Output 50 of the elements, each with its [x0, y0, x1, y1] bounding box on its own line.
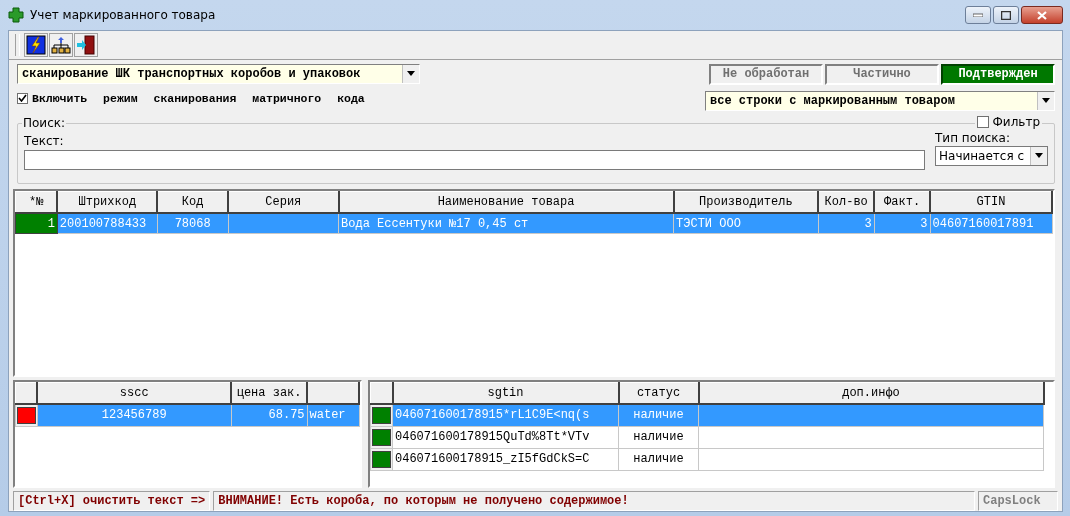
column-header[interactable]: sscc	[37, 382, 232, 404]
column-header[interactable]: sgtin	[392, 382, 619, 404]
column-header[interactable]: Производитель	[673, 191, 819, 214]
column-header[interactable]: GTIN	[930, 191, 1052, 214]
group-label: Поиск:	[22, 115, 67, 130]
capslock-indicator: CapsLock	[978, 491, 1058, 511]
hierarchy-icon[interactable]	[49, 32, 73, 57]
maximize-icon	[1001, 10, 1011, 20]
minimize-icon	[973, 13, 983, 17]
column-header[interactable]: доп.инфо	[698, 382, 1044, 404]
exit-door-icon[interactable]	[74, 32, 98, 57]
column-header[interactable]: статус	[618, 382, 699, 404]
field-label: Тип поиска:	[935, 130, 1012, 145]
column-header[interactable]: Код	[157, 191, 229, 214]
checkbox[interactable]	[976, 115, 989, 128]
row-number-cell: 1	[15, 213, 58, 234]
table-cell: 046071600178915_zI5fGdCkS=C	[392, 448, 619, 471]
status-filter-button[interactable]: Подтвержден	[941, 63, 1055, 85]
maximize-button[interactable]	[993, 6, 1019, 24]
search-type-dropdown[interactable]: Начинается с	[935, 145, 1048, 166]
table-cell: 046071600178915QuTd%8Tt*VTv	[392, 426, 619, 449]
search-field[interactable]	[24, 149, 925, 170]
hotkey-hint: [Ctrl+X] очистить текст =>	[13, 491, 211, 511]
column-header[interactable]: Серия	[228, 191, 339, 214]
table-cell: наличие	[618, 426, 699, 449]
window-title: Учет маркированного товара	[30, 8, 216, 22]
status-filter-button[interactable]: Частично	[825, 63, 939, 85]
close-button[interactable]	[1021, 6, 1063, 24]
column-header[interactable]: *№	[15, 191, 58, 214]
rows-filter-dropdown[interactable]: все строки с маркированным товаром	[705, 90, 1055, 111]
field-label: Текст:	[24, 133, 65, 148]
checkbox-label: Включить режим сканирования матричного кода	[32, 91, 365, 105]
column-header[interactable]: цена зак.	[231, 382, 308, 404]
table-cell: Вода Ессентуки №17 0,45 ст	[338, 213, 674, 234]
status-filter-button[interactable]: Не обработан	[709, 63, 823, 85]
table-cell: 046071600178915*rL1C9E<nq(s	[392, 403, 619, 427]
checkbox[interactable]	[17, 92, 28, 104]
column-header[interactable]: Штрихкод	[57, 191, 158, 214]
scan-mode-dropdown[interactable]: сканирование ШК транспортных коробов и упаковок	[17, 63, 420, 84]
table-cell: 123456789	[37, 403, 232, 427]
checkbox-label: Фильтр	[992, 114, 1040, 129]
close-icon	[1037, 10, 1047, 20]
column-header[interactable]: Кол-во	[818, 191, 875, 214]
column-header[interactable]: Факт.	[874, 191, 931, 214]
column-header[interactable]: Наименование товара	[338, 191, 674, 214]
lightning-icon[interactable]	[24, 32, 48, 57]
table-cell: наличие	[618, 448, 699, 471]
app-cross-icon	[8, 7, 24, 23]
warning-message: ВНИМАНИЕ! Есть короба, по которым не получено содержимое!	[213, 491, 975, 511]
minimize-button[interactable]	[965, 6, 991, 24]
